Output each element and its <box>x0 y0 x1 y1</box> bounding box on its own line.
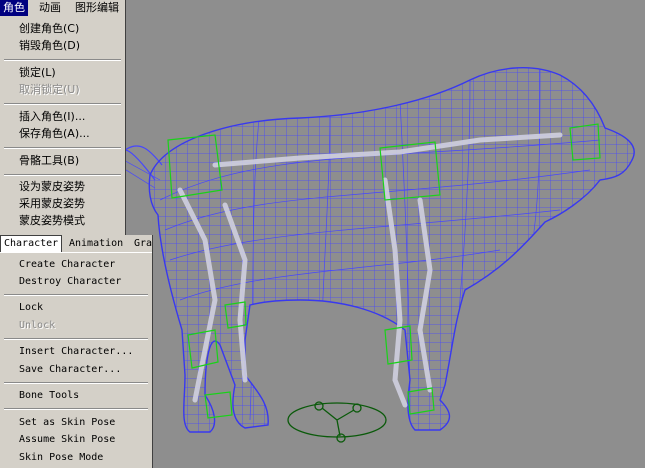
menu-item-destroy-character[interactable]: Destroy Character <box>0 274 152 290</box>
menubar-chinese: 角色 动画 图形编辑 <box>0 0 125 16</box>
menu-item-bone-tools-cn[interactable]: 骨骼工具(B) <box>0 153 125 169</box>
menu-item-save-character[interactable]: Save Character... <box>0 362 152 378</box>
menubar-item-animation-cn[interactable]: 动画 <box>36 0 64 16</box>
menubar-item-graph-editors[interactable]: Gra <box>131 235 155 252</box>
menu-separator <box>4 59 121 61</box>
menu-item-set-as-skin-pose[interactable]: Set as Skin Pose <box>0 415 152 431</box>
menu-separator <box>4 147 121 149</box>
menu-item-insert-character-cn[interactable]: 插入角色(I)... <box>0 109 125 125</box>
menu-item-skin-pose-mode[interactable]: Skin Pose Mode <box>0 450 152 466</box>
menu-item-create-character-cn[interactable]: 创建角色(C) <box>0 21 125 37</box>
menu-item-unlock-cn: 取消锁定(U) <box>19 83 80 96</box>
menubar-item-character-cn[interactable]: 角色 <box>0 0 28 16</box>
menu-separator <box>4 338 148 340</box>
menu-item-skin-pose-mode-cn[interactable]: 蒙皮姿势模式 <box>0 213 125 229</box>
menubar-item-character[interactable]: Character <box>0 235 63 252</box>
menu-item-lock-cn[interactable]: 锁定(L) <box>0 65 125 81</box>
character-menu-chinese: 角色 动画 图形编辑 创建角色(C) 销毁角色(D) 锁定(L) 取消锁定(U)… <box>0 0 126 237</box>
menu-item-insert-character[interactable]: Insert Character... <box>0 344 152 360</box>
menu-item-bone-tools[interactable]: Bone Tools <box>0 388 152 404</box>
menu-separator <box>4 174 121 176</box>
menu-item-unlock: Unlock <box>19 320 56 331</box>
menu-item-destroy-character-cn[interactable]: 销毁角色(D) <box>0 38 125 54</box>
menu-item-save-character-cn[interactable]: 保存角色(A)... <box>0 126 125 142</box>
menu-item-assume-skin-pose-cn[interactable]: 采用蒙皮姿势 <box>0 196 125 212</box>
menubar-item-graph-editors-cn[interactable]: 图形编辑 <box>72 0 122 16</box>
menu-separator <box>4 408 148 410</box>
menu-item-create-character[interactable]: Create Character <box>0 257 152 273</box>
menu-separator <box>4 103 121 105</box>
menubar-english: Character Animation Gra <box>0 235 152 253</box>
menubar-item-animation[interactable]: Animation <box>66 235 126 252</box>
menu-item-set-skin-pose-cn[interactable]: 设为蒙皮姿势 <box>0 179 125 195</box>
menu-separator <box>4 294 148 296</box>
menu-item-assume-skin-pose[interactable]: Assume Skin Pose <box>0 432 152 448</box>
menu-separator <box>4 382 148 384</box>
character-menu-english: Character Animation Gra Create Character… <box>0 235 153 468</box>
menu-item-lock[interactable]: Lock <box>0 300 152 316</box>
